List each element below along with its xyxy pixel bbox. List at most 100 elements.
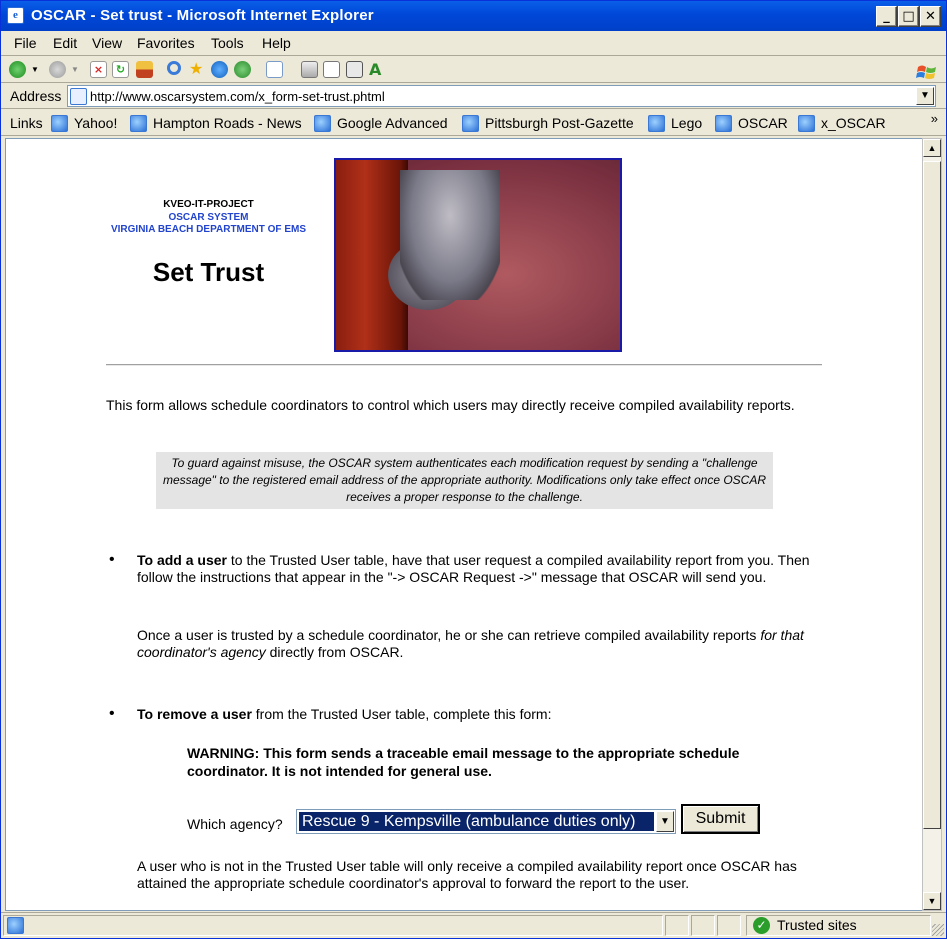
notice-box: To guard against misuse, the OSCAR syste…	[156, 452, 773, 509]
print-icon[interactable]	[301, 61, 318, 78]
status-bar: ✓ Trusted sites	[1, 912, 946, 938]
link-label: Lego	[671, 115, 703, 131]
bullet-add: •	[109, 551, 115, 568]
photo-cat-head	[400, 170, 500, 300]
status-seg-3	[717, 915, 741, 936]
history-icon[interactable]	[234, 61, 251, 78]
status-seg-2	[691, 915, 715, 936]
link-yahoo[interactable]: Yahoo!	[51, 115, 117, 132]
footer-paragraph: A user who is not in the Trusted User ta…	[137, 858, 797, 891]
messenger-icon[interactable]: A	[369, 61, 386, 78]
submit-button[interactable]: Submit	[681, 804, 760, 834]
menu-favorites[interactable]: Favorites	[137, 35, 195, 51]
page-title: Set Trust	[152, 257, 265, 287]
status-seg-1	[665, 915, 689, 936]
scroll-down-arrow-icon[interactable]: ▼	[923, 892, 941, 910]
menu-view[interactable]: View	[92, 35, 122, 51]
favorites-icon[interactable]: ★	[189, 61, 206, 78]
ie-page-icon	[51, 115, 68, 132]
link-pittsburgh-post-gazette[interactable]: Pittsburgh Post-Gazette	[462, 115, 634, 132]
links-bar: Links Yahoo! Hampton Roads - News Google…	[1, 109, 946, 136]
menu-tools[interactable]: Tools	[211, 35, 244, 51]
zone-label: Trusted sites	[777, 917, 857, 933]
agency-selected-value[interactable]: Rescue 9 - Kempsville (ambulance duties …	[298, 811, 655, 832]
refresh-icon[interactable]: ↻	[112, 61, 129, 78]
link-label: OSCAR	[738, 115, 788, 131]
address-input[interactable]: http://www.oscarsystem.com/x_form-set-tr…	[67, 85, 936, 107]
address-dropdown-button[interactable]: ▼	[916, 87, 934, 105]
maximize-button[interactable]: □	[898, 6, 919, 27]
trusted-text-a: Once a user is trusted by a schedule coo…	[137, 627, 761, 643]
menu-bar: File Edit View Favorites Tools Help	[1, 31, 946, 79]
link-x-oscar[interactable]: x_OSCAR	[798, 115, 886, 132]
link-label: x_OSCAR	[821, 115, 886, 131]
menu-help[interactable]: Help	[262, 35, 291, 51]
back-icon[interactable]	[9, 61, 26, 78]
page-content: KVEO-IT-PROJECT OSCAR SYSTEM VIRGINIA BE…	[5, 138, 922, 911]
ie-app-icon[interactable]: e	[7, 7, 24, 24]
add-user-text: to the Trusted User table, have that use…	[137, 552, 810, 585]
title-bar[interactable]: e OSCAR - Set trust - Microsoft Internet…	[1, 1, 946, 31]
add-user-paragraph: To add a user to the Trusted User table,…	[137, 552, 817, 586]
page-icon	[70, 88, 87, 105]
remove-user-lead: To remove a user	[137, 706, 252, 722]
project-header: KVEO-IT-PROJECT	[163, 199, 254, 210]
links-more-chevron-icon[interactable]: »	[931, 111, 938, 126]
status-text-area	[3, 915, 663, 936]
scroll-up-arrow-icon[interactable]: ▲	[923, 139, 941, 157]
close-button[interactable]: ✕	[920, 6, 941, 27]
edit-icon[interactable]	[323, 61, 340, 78]
ie-page-icon	[130, 115, 147, 132]
system-header: OSCAR SYSTEM	[168, 212, 249, 223]
links-label: Links	[10, 115, 43, 131]
link-label: Pittsburgh Post-Gazette	[485, 115, 634, 131]
link-hampton-roads-news[interactable]: Hampton Roads - News	[130, 115, 302, 132]
menu-file[interactable]: File	[14, 35, 37, 51]
agency-label: Which agency?	[187, 816, 283, 832]
trusted-sites-icon: ✓	[753, 917, 770, 934]
warning-text: WARNING: This form sends a traceable ema…	[187, 745, 740, 779]
ie-page-icon	[314, 115, 331, 132]
menu-edit[interactable]: Edit	[53, 35, 77, 51]
media-icon[interactable]	[211, 61, 228, 78]
link-label: Google Advanced	[337, 115, 448, 131]
ie-page-icon	[648, 115, 665, 132]
remove-user-paragraph: To remove a user from the Trusted User t…	[137, 706, 817, 723]
vertical-scrollbar[interactable]: ▲ ▼	[922, 138, 942, 911]
stop-icon[interactable]: ×	[90, 61, 107, 78]
link-lego[interactable]: Lego	[648, 115, 702, 132]
address-label: Address	[10, 88, 62, 104]
standard-toolbar: ▼ ▼ × ↻ ★ A	[1, 57, 946, 83]
minimize-button[interactable]: _	[876, 6, 897, 27]
forward-icon[interactable]	[49, 61, 66, 78]
ie-page-icon	[798, 115, 815, 132]
intro-text: This form allows schedule coordinators t…	[106, 397, 795, 413]
link-google-advanced[interactable]: Google Advanced	[314, 115, 448, 132]
trusted-user-paragraph: Once a user is trusted by a schedule coo…	[137, 627, 817, 661]
search-icon[interactable]	[167, 61, 181, 75]
address-url[interactable]: http://www.oscarsystem.com/x_form-set-tr…	[90, 89, 385, 104]
resize-grip-icon[interactable]	[932, 924, 944, 936]
browser-window: e OSCAR - Set trust - Microsoft Internet…	[0, 0, 947, 939]
window-title: OSCAR - Set trust - Microsoft Internet E…	[31, 7, 374, 24]
link-label: Hampton Roads - News	[153, 115, 302, 131]
back-dropdown-icon[interactable]: ▼	[31, 61, 41, 78]
link-oscar[interactable]: OSCAR	[715, 115, 788, 132]
ie-page-icon	[462, 115, 479, 132]
remove-user-text: from the Trusted User table, complete th…	[251, 706, 552, 722]
scroll-thumb[interactable]	[923, 161, 941, 829]
bullet-remove: •	[109, 705, 115, 722]
chevron-down-icon[interactable]: ▼	[656, 811, 674, 832]
divider	[106, 364, 822, 366]
forward-dropdown-icon[interactable]: ▼	[71, 61, 81, 78]
address-bar: Address http://www.oscarsystem.com/x_for…	[1, 83, 946, 109]
department-header: VIRGINIA BEACH DEPARTMENT OF EMS	[110, 224, 306, 235]
link-label: Yahoo!	[74, 115, 118, 131]
discuss-icon[interactable]	[346, 61, 363, 78]
home-icon[interactable]	[136, 61, 153, 78]
ie-page-icon	[715, 115, 732, 132]
trusted-text-b: directly from OSCAR.	[265, 644, 404, 660]
mail-icon[interactable]	[266, 61, 283, 78]
page-status-icon	[7, 917, 24, 934]
agency-select[interactable]: Rescue 9 - Kempsville (ambulance duties …	[296, 809, 676, 834]
